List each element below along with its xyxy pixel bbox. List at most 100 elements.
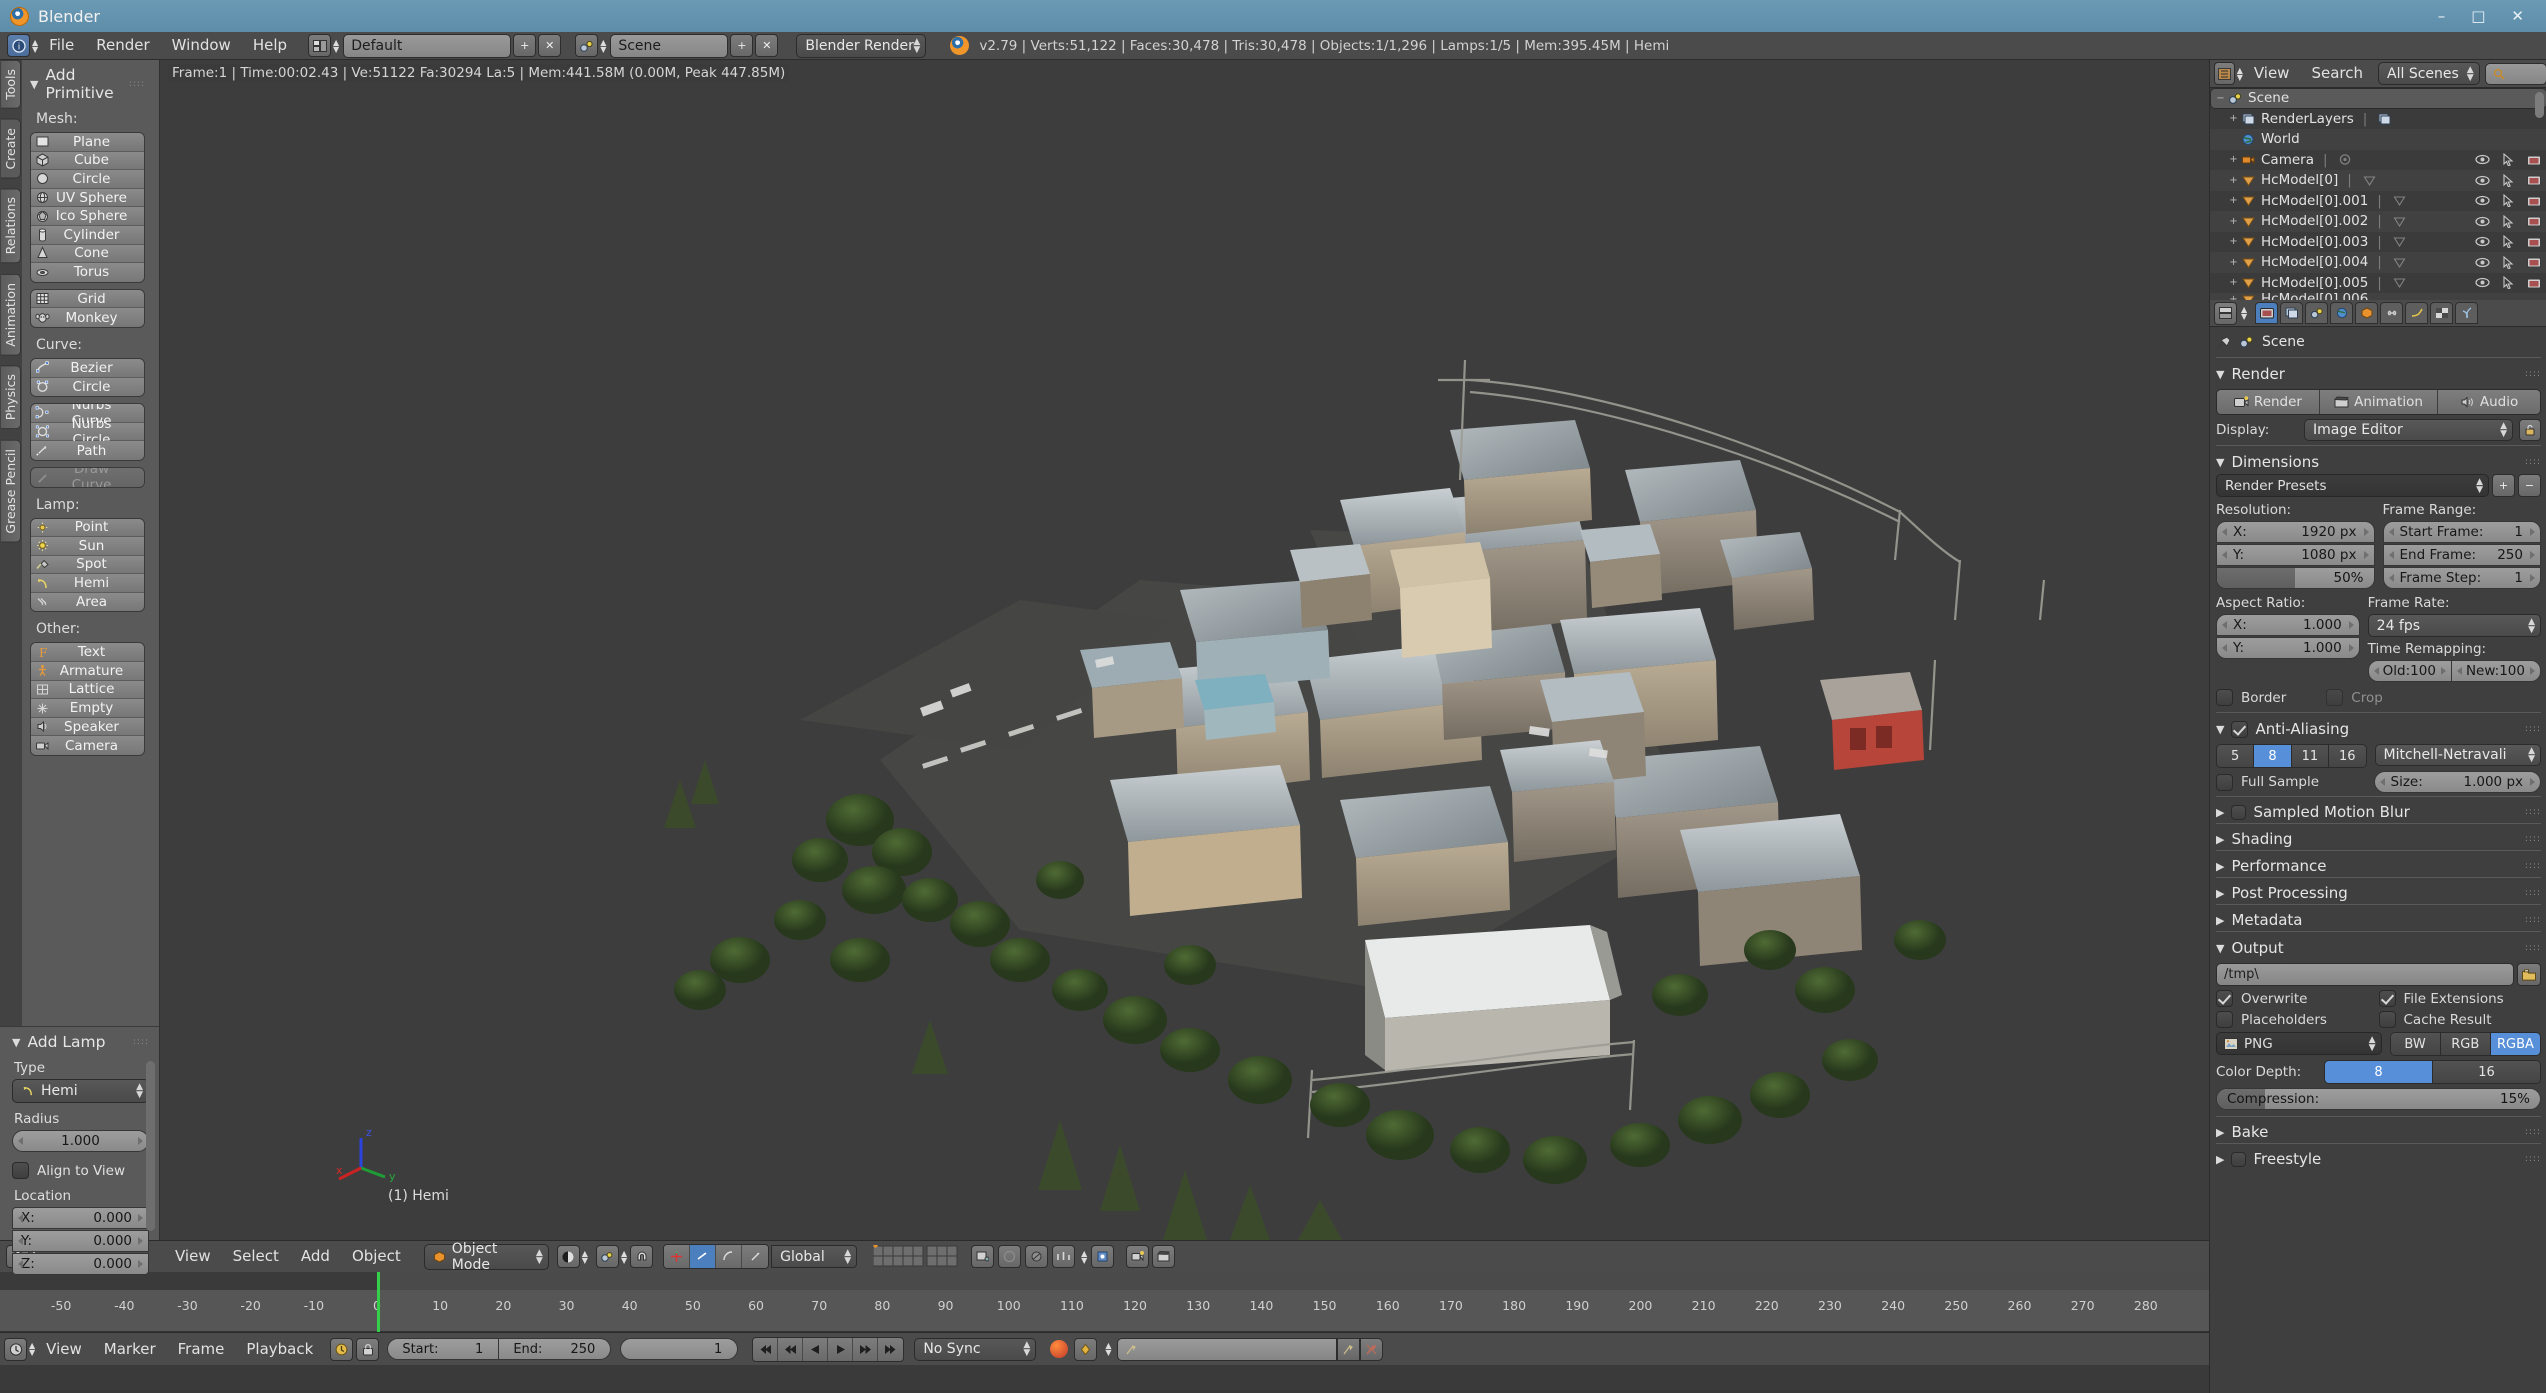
add-speaker-button[interactable]: Speaker <box>31 717 144 737</box>
placeholders-checkbox[interactable] <box>2216 1011 2233 1028</box>
aspect-x-field[interactable]: X: 1.000 <box>2216 614 2360 636</box>
render-animation-button[interactable]: Animation <box>2319 390 2439 414</box>
aspect-y-field[interactable]: Y: 1.000 <box>2216 637 2360 659</box>
eye-icon[interactable] <box>2475 216 2490 227</box>
close-button[interactable]: ✕ <box>2511 7 2524 25</box>
snap-chevrons[interactable]: ▲ ▼ <box>1081 1249 1087 1264</box>
expander-icon[interactable]: + <box>2227 216 2240 227</box>
outliner-row-controls[interactable] <box>2475 235 2541 249</box>
radius-field[interactable]: 1.000 <box>12 1130 149 1152</box>
add-armature-button[interactable]: Armature <box>31 662 144 681</box>
outliner-editor-icon[interactable] <box>2214 62 2235 85</box>
color-mode-rgba[interactable]: RGBA <box>2490 1033 2541 1055</box>
outliner-scrollbar[interactable] <box>2535 92 2544 118</box>
timeline-menu-frame[interactable]: Frame <box>167 1341 236 1357</box>
transform-orientation-select[interactable]: Global ▲ ▼ <box>771 1245 858 1268</box>
tab-particles-properties[interactable] <box>2455 302 2479 324</box>
outliner-row-controls[interactable] <box>2475 173 2541 187</box>
keyframe-chevrons[interactable]: ▲ ▼ <box>1105 1342 1111 1357</box>
add-circle-button[interactable]: Circle <box>31 170 144 189</box>
freestyle-checkbox[interactable] <box>2231 1151 2247 1167</box>
outliner-row-controls[interactable] <box>2475 214 2541 228</box>
metadata-header[interactable]: ▶ Metadata :::: <box>2216 909 2541 931</box>
add-cone-button[interactable]: Cone <box>31 244 144 264</box>
aa-sample-5[interactable]: 5 <box>2217 745 2255 767</box>
overwrite-checkbox[interactable] <box>2216 990 2233 1007</box>
screen-layout-field[interactable]: Default <box>343 33 512 58</box>
manipulator-axis-icon[interactable] <box>742 1245 769 1268</box>
frame-rate-select[interactable]: 24 fps ▲ ▼ <box>2367 614 2541 637</box>
delete-keyframe-icon[interactable] <box>1360 1337 1384 1361</box>
outliner-row-mesh-3[interactable]: + HcModel[0].003 | <box>2210 232 2546 253</box>
compression-slider[interactable]: Compression: 15% <box>2216 1088 2541 1110</box>
viewport-menu-add[interactable]: Add <box>290 1249 341 1264</box>
add-lattice-button[interactable]: Lattice <box>31 680 144 700</box>
border-checkbox[interactable] <box>2216 689 2233 706</box>
lamp-type-select[interactable]: Hemi ▲ ▼ <box>12 1079 149 1103</box>
post-processing-header[interactable]: ▶ Post Processing :::: <box>2216 882 2541 904</box>
file-extensions-group[interactable]: File Extensions <box>2378 990 2542 1007</box>
color-mode-bw[interactable]: BW <box>2390 1033 2441 1055</box>
snap-during-transform-icon[interactable] <box>1052 1245 1076 1268</box>
menu-render[interactable]: Render <box>85 38 160 53</box>
timeline-menu-view[interactable]: View <box>35 1341 93 1357</box>
cursor-arrow-icon[interactable] <box>2503 276 2514 290</box>
folder-icon[interactable] <box>2517 963 2541 986</box>
screen-layout-icon[interactable] <box>308 34 332 57</box>
outliner-row-scene[interactable]: − Scene <box>2210 88 2546 109</box>
viewport-menu-object[interactable]: Object <box>341 1249 412 1264</box>
dimensions-panel-header[interactable]: ▼ Dimensions :::: <box>2216 450 2541 474</box>
cache-result-group[interactable]: Cache Result <box>2378 1011 2542 1028</box>
file-format-select[interactable]: PNG ▲ ▼ <box>2216 1032 2382 1055</box>
aa-size-field[interactable]: Size: 1.000 px <box>2373 771 2541 793</box>
aa-sample-16[interactable]: 16 <box>2329 745 2366 767</box>
end-frame-field[interactable]: End Frame: 250 <box>2382 544 2541 566</box>
tab-tools[interactable]: Tools <box>1 60 21 109</box>
info-editor-icon[interactable]: i <box>7 34 30 57</box>
outliner-row-controls[interactable] <box>2475 194 2541 208</box>
outliner-row-controls[interactable] <box>2475 153 2541 167</box>
operator-panel-scrollbar[interactable] <box>146 1061 155 1231</box>
render-engine-select[interactable]: Blender Render ▲ ▼ <box>796 33 927 58</box>
aa-filter-select[interactable]: Mitchell-Netravali ▲ ▼ <box>2374 744 2541 766</box>
cursor-arrow-icon[interactable] <box>2503 173 2514 187</box>
minimize-button[interactable]: – <box>2438 7 2446 25</box>
add-area-lamp-button[interactable]: Area <box>31 592 144 612</box>
interaction-mode-select[interactable]: Object Mode ▲ ▼ <box>423 1241 549 1273</box>
color-mode-rgb[interactable]: RGB <box>2440 1033 2491 1055</box>
layout-chevrons[interactable]: ▲ ▼ <box>333 38 339 53</box>
scene-field[interactable]: Scene <box>610 33 729 58</box>
snap-magnet-icon[interactable] <box>630 1245 654 1268</box>
eye-icon[interactable] <box>2475 154 2490 165</box>
shading-chevrons[interactable]: ▲ ▼ <box>582 1249 588 1264</box>
eye-icon[interactable] <box>2475 175 2490 186</box>
menu-help[interactable]: Help <box>242 38 298 53</box>
file-extensions-checkbox[interactable] <box>2378 990 2396 1007</box>
outliner-row-world[interactable]: World <box>2210 129 2546 150</box>
outliner-row-mesh-5[interactable]: + HcModel[0].005 | <box>2210 273 2546 294</box>
outliner-menu-search[interactable]: Search <box>2300 66 2374 81</box>
add-cube-button[interactable]: Cube <box>31 151 144 171</box>
tab-world-properties[interactable] <box>2330 302 2354 324</box>
output-panel-header[interactable]: ▼ Output :::: <box>2216 936 2541 960</box>
add-preset-button[interactable]: + <box>2492 474 2515 497</box>
placeholders-group[interactable]: Placeholders <box>2216 1011 2379 1028</box>
tab-render-properties[interactable] <box>2255 302 2279 324</box>
eye-icon[interactable] <box>2475 236 2490 247</box>
3d-viewport[interactable]: Frame:1 | Time:00:02.43 | Ve:51122 Fa:30… <box>160 60 2209 1240</box>
remove-preset-button[interactable]: − <box>2518 474 2541 497</box>
sampled-motion-blur-header[interactable]: ▶ Sampled Motion Blur :::: <box>2216 801 2541 823</box>
tab-relations[interactable]: Relations <box>1 188 21 264</box>
snap-target-icon[interactable] <box>1091 1245 1115 1268</box>
rotate-manipulator-icon[interactable] <box>690 1245 717 1268</box>
play-reverse-icon[interactable] <box>803 1337 829 1361</box>
add-plane-button[interactable]: Plane <box>31 133 144 152</box>
tab-constraints-properties[interactable] <box>2380 302 2404 324</box>
scale-manipulator-icon[interactable] <box>716 1245 743 1268</box>
viewport-shading-icon[interactable] <box>556 1245 580 1268</box>
resolution-y-field[interactable]: Y: 1080 px <box>2216 544 2375 566</box>
keyframe-type-icon[interactable] <box>1074 1337 1098 1361</box>
add-empty-button[interactable]: Empty <box>31 699 144 718</box>
menu-window[interactable]: Window <box>161 38 242 53</box>
add-uv-sphere-button[interactable]: UV Sphere <box>31 188 144 208</box>
